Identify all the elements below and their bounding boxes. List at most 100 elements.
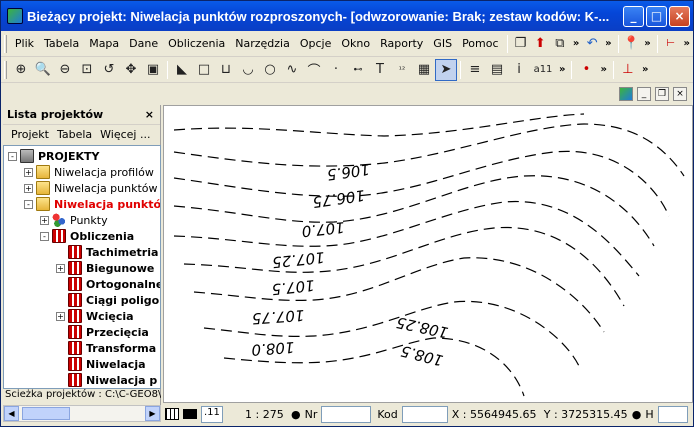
collapse-icon[interactable]: - bbox=[8, 151, 17, 161]
cascade-icon[interactable]: ❐ bbox=[511, 33, 531, 55]
tree-node[interactable]: Niwelacja bbox=[56, 356, 146, 372]
panel-scrollbar[interactable]: ◀ ▶ bbox=[3, 405, 161, 422]
expand-icon[interactable]: + bbox=[40, 215, 49, 225]
layers-icon[interactable]: ≡ bbox=[464, 59, 486, 81]
kod-field[interactable] bbox=[401, 405, 448, 423]
zoom-previous-icon[interactable]: ↺ bbox=[98, 59, 120, 81]
pin-icon[interactable]: 📍 bbox=[622, 33, 642, 55]
h-field[interactable] bbox=[657, 405, 688, 423]
menu-item-7[interactable]: Okno bbox=[336, 37, 375, 50]
toolbar-chevron[interactable]: » bbox=[556, 64, 568, 75]
panel-tab-1[interactable]: Tabela bbox=[57, 128, 92, 141]
circle-icon[interactable]: ○ bbox=[259, 59, 281, 81]
zoom-in-icon[interactable]: ⊕ bbox=[10, 59, 32, 81]
scroll-left-icon[interactable]: ◀ bbox=[4, 406, 19, 421]
polygon-icon[interactable]: ◣ bbox=[171, 59, 193, 81]
marker-icon[interactable]: • bbox=[575, 59, 597, 81]
arc-icon[interactable]: ◡ bbox=[237, 59, 259, 81]
toolbar-chevron[interactable]: » bbox=[641, 38, 653, 49]
app-icon[interactable] bbox=[7, 8, 23, 24]
symbol-icon[interactable]: ▦ bbox=[413, 59, 435, 81]
mdi-restore-button[interactable]: ❐ bbox=[655, 87, 669, 101]
toolbar-chevron[interactable]: » bbox=[570, 38, 582, 49]
tree-node[interactable]: + Niwelacja punktów r bbox=[24, 180, 160, 196]
fill-icon[interactable] bbox=[183, 409, 197, 419]
layer-field[interactable]: .11 bbox=[201, 405, 223, 423]
font-size-icon[interactable]: a11 bbox=[530, 59, 556, 81]
tree-node[interactable]: Ortogonalne bbox=[56, 276, 161, 292]
export-icon[interactable]: ⬆ bbox=[530, 33, 550, 55]
pan-icon[interactable]: ✥ bbox=[120, 59, 142, 81]
menu-item-4[interactable]: Obliczenia bbox=[163, 37, 230, 50]
tree-node[interactable]: Przecięcia bbox=[56, 324, 149, 340]
copy-icon[interactable]: ⧉ bbox=[550, 33, 570, 55]
scroll-right-icon[interactable]: ▶ bbox=[145, 406, 160, 421]
tree-node[interactable]: + Biegunowe bbox=[56, 260, 154, 276]
measure-icon[interactable]: ⊢ bbox=[661, 33, 681, 55]
collapse-icon[interactable]: - bbox=[24, 199, 33, 209]
tree-node[interactable]: + Punkty bbox=[40, 212, 108, 228]
title-bar[interactable]: Bieżący projekt: Niwelacja punktów rozpr… bbox=[1, 1, 693, 31]
menu-item-6[interactable]: Opcje bbox=[295, 37, 337, 50]
select-pointer-icon[interactable]: ➤ bbox=[435, 58, 457, 81]
point-icon[interactable]: · bbox=[325, 59, 347, 81]
menu-item-3[interactable]: Dane bbox=[124, 37, 163, 50]
expand-icon[interactable]: + bbox=[24, 167, 33, 177]
close-button[interactable]: × bbox=[669, 6, 690, 27]
expand-icon[interactable]: + bbox=[56, 311, 65, 321]
tree-node[interactable]: - Obliczenia bbox=[40, 228, 134, 244]
menu-item-10[interactable]: Pomoc bbox=[457, 37, 503, 50]
collapse-icon[interactable]: - bbox=[40, 231, 49, 241]
undo-icon[interactable]: ↶ bbox=[582, 33, 602, 55]
text-icon[interactable]: T bbox=[369, 59, 391, 81]
polyline-icon[interactable]: ⊔ bbox=[215, 59, 237, 81]
zoom-out-icon[interactable]: ⊖ bbox=[54, 59, 76, 81]
grid-icon[interactable] bbox=[165, 408, 179, 420]
dimension-icon[interactable]: ⊷ bbox=[347, 59, 369, 81]
zoom-extents-icon[interactable]: ⊡ bbox=[76, 59, 98, 81]
tree-node-label: Ortogonalne bbox=[86, 277, 161, 291]
expand-icon[interactable]: + bbox=[56, 263, 65, 273]
menu-item-2[interactable]: Mapa bbox=[84, 37, 124, 50]
map-canvas[interactable]: 106.5 106.75 107.0 107.25 107.5 107.75 108.0 10… bbox=[163, 105, 693, 403]
toolbar-chevron[interactable]: » bbox=[681, 38, 693, 49]
maximize-button[interactable]: □ bbox=[646, 6, 667, 27]
mdi-close-button[interactable]: × bbox=[673, 87, 687, 101]
tree-node[interactable]: - Niwelacja punktó bbox=[24, 196, 160, 212]
toolbar-chevron[interactable]: » bbox=[597, 64, 609, 75]
rectangle-icon[interactable]: □ bbox=[193, 59, 215, 81]
curve-icon[interactable]: ∿ bbox=[281, 59, 303, 81]
panel-tab-0[interactable]: Projekt bbox=[11, 128, 49, 141]
expand-icon[interactable]: + bbox=[24, 183, 33, 193]
toolbar-chevron[interactable]: » bbox=[639, 64, 651, 75]
menu-item-0[interactable]: Plik bbox=[10, 37, 39, 50]
table-icon[interactable]: ▤ bbox=[486, 59, 508, 81]
tree-node[interactable]: Niwelacja p bbox=[56, 372, 157, 388]
spline-icon[interactable]: ⌒ bbox=[303, 59, 325, 81]
nr-field[interactable] bbox=[321, 405, 372, 423]
menu-item-9[interactable]: GIS bbox=[428, 37, 457, 50]
north-arrow-icon[interactable]: ⊥ bbox=[617, 59, 639, 81]
menu-item-1[interactable]: Tabela bbox=[39, 37, 84, 50]
project-tree[interactable]: - PROJEKTY + Niwelacja profilów + Niwelacja p… bbox=[3, 145, 161, 389]
toolbar-chevron[interactable]: » bbox=[602, 38, 614, 49]
tree-node[interactable]: Ciągi poligo bbox=[56, 292, 159, 308]
panel-close-button[interactable]: × bbox=[145, 108, 154, 121]
panel-tab-2[interactable]: Więcej ... bbox=[100, 128, 150, 141]
toolbar-grip[interactable] bbox=[4, 60, 7, 79]
tree-node[interactable]: Transforma bbox=[56, 340, 156, 356]
zoom-window-icon[interactable]: 🔍 bbox=[32, 59, 54, 81]
tree-node[interactable]: Tachimetria bbox=[56, 244, 158, 260]
menu-item-8[interactable]: Raporty bbox=[375, 37, 428, 50]
numbering-icon[interactable]: ¹² bbox=[391, 59, 413, 81]
tree-node[interactable]: - PROJEKTY bbox=[8, 148, 99, 164]
redraw-icon[interactable]: ▣ bbox=[142, 59, 164, 81]
tree-node[interactable]: + Niwelacja profilów bbox=[24, 164, 154, 180]
mdi-minimize-button[interactable]: _ bbox=[637, 87, 651, 101]
scroll-thumb[interactable] bbox=[22, 407, 70, 420]
minimize-button[interactable]: _ bbox=[623, 6, 644, 27]
tree-node[interactable]: + Wcięcia bbox=[56, 308, 134, 324]
menu-item-5[interactable]: Narzędzia bbox=[230, 37, 295, 50]
menu-grip[interactable] bbox=[4, 34, 7, 53]
info-icon[interactable]: i bbox=[508, 59, 530, 81]
